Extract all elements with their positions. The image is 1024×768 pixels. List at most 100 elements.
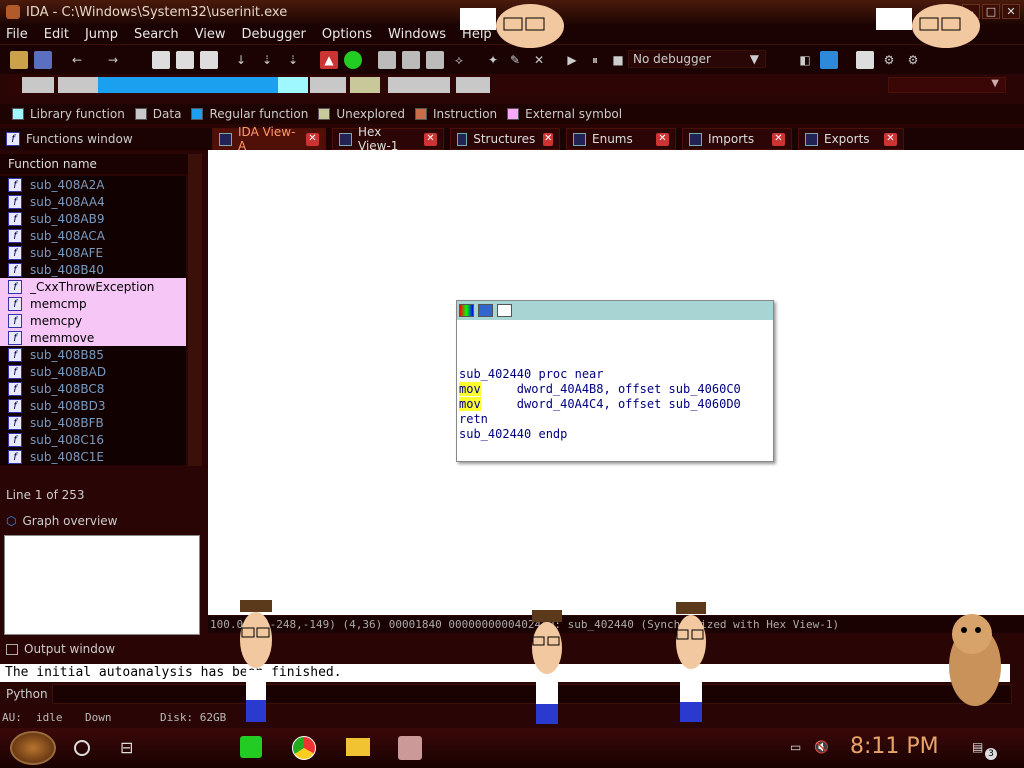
mov-keyword: mov	[459, 382, 481, 396]
menu-options[interactable]: Options	[322, 27, 372, 42]
edit-icon[interactable]	[478, 304, 493, 317]
function-row[interactable]: f sub_408BD3	[0, 397, 186, 414]
forward-arrow-icon[interactable]: →	[104, 51, 122, 69]
color-icon[interactable]	[459, 304, 474, 317]
function-row[interactable]: f sub_408C1E	[0, 448, 186, 465]
chrome-icon[interactable]	[292, 736, 316, 760]
data-icon[interactable]	[176, 51, 194, 69]
function-row[interactable]: f sub_408AA4	[0, 193, 186, 210]
disk-status: Disk: 62GB	[160, 711, 227, 724]
taskbar-clock[interactable]: 8:11 PM	[850, 734, 939, 759]
function-list-scrollbar[interactable]	[188, 154, 202, 466]
file-explorer-icon[interactable]	[346, 738, 370, 756]
python-button[interactable]: Python	[0, 684, 52, 704]
back-arrow-icon[interactable]: ←	[68, 51, 86, 69]
legend-item: Instruction	[414, 107, 497, 121]
notes-app-icon[interactable]	[240, 736, 262, 758]
tab-close-icon[interactable]: ✕	[772, 132, 785, 146]
function-list[interactable]: f sub_408A2A f sub_408AA4 f sub_408AB9 f sub_40…	[0, 176, 186, 465]
tab-close-icon[interactable]: ✕	[424, 132, 437, 146]
function-name: sub_408A2A	[30, 177, 105, 192]
function-row[interactable]: f sub_408BC8	[0, 380, 186, 397]
tab-exports[interactable]: Exports ✕	[798, 128, 904, 150]
function-name-column[interactable]: Function name	[0, 154, 202, 174]
ida-taskbar-icon[interactable]	[398, 736, 422, 760]
tab-ida-view-a[interactable]: IDA View-A ✕	[212, 125, 326, 153]
stop-icon[interactable]: ■	[609, 51, 627, 69]
cortana-icon[interactable]	[74, 740, 90, 756]
menu-edit[interactable]: Edit	[44, 27, 69, 42]
volume-muted-icon[interactable]: 🔇	[814, 740, 829, 754]
function-name: memmove	[30, 330, 95, 345]
code-block-node[interactable]: sub_402440 proc near mov dword_40A4B8, o…	[456, 300, 774, 462]
graph-overview-header: ⬡ Graph overview	[6, 514, 118, 528]
function-icon: f	[8, 381, 22, 396]
start-green-icon[interactable]	[344, 51, 362, 69]
menu-file[interactable]: File	[6, 27, 28, 42]
menu-jump[interactable]: Jump	[85, 27, 118, 42]
function-row[interactable]: f memmove	[0, 329, 186, 346]
function-line-status: Line 1 of 253	[6, 488, 85, 502]
nav-dropdown[interactable]: ▼	[888, 77, 1006, 93]
tab-close-icon[interactable]: ✕	[306, 132, 319, 146]
jump-icon[interactable]: ⇣	[258, 51, 276, 69]
tab-structures[interactable]: Structures ✕	[450, 128, 560, 150]
task-view-icon[interactable]: ⊟	[120, 738, 133, 757]
notification-icon[interactable]: ▤	[972, 740, 983, 754]
function-row[interactable]: f sub_408C16	[0, 431, 186, 448]
tb-icon-3[interactable]	[426, 51, 444, 69]
menu-windows[interactable]: Windows	[388, 27, 446, 42]
network-icon[interactable]: ▭	[790, 740, 801, 754]
tab-enums[interactable]: Enums ✕	[566, 128, 676, 150]
menu-view[interactable]: View	[195, 27, 226, 42]
save-icon[interactable]	[34, 51, 52, 69]
function-name: sub_408AA4	[30, 194, 105, 209]
character-head-top	[460, 4, 564, 48]
output-text: The initial autoanalysis has been finish…	[0, 664, 1010, 682]
legend-label: Unexplored	[336, 107, 405, 121]
menu-search[interactable]: Search	[134, 27, 179, 42]
graph-node-icon[interactable]	[497, 304, 512, 317]
string-icon[interactable]	[200, 51, 218, 69]
warning-icon[interactable]: ▲	[320, 51, 338, 69]
function-row[interactable]: f sub_408AFE	[0, 244, 186, 261]
tab-close-icon[interactable]: ✕	[884, 132, 897, 146]
tab-hex-view-1[interactable]: Hex View-1 ✕	[332, 125, 444, 153]
function-row[interactable]: f sub_408B40	[0, 261, 186, 278]
debugger-select[interactable]: No debugger ▼	[628, 50, 766, 68]
checkpoint-icon[interactable]: ⇣	[284, 51, 302, 69]
function-row[interactable]: f memcmp	[0, 295, 186, 312]
function-icon: f	[8, 279, 22, 294]
notification-badge: 3	[985, 748, 997, 760]
graph-overview-canvas[interactable]	[4, 535, 200, 635]
tab-close-icon[interactable]: ✕	[543, 132, 553, 146]
function-row[interactable]: f sub_408A2A	[0, 176, 186, 193]
open-icon[interactable]	[10, 51, 28, 69]
function-row[interactable]: f sub_408ACA	[0, 227, 186, 244]
tb-icon-2[interactable]	[402, 51, 420, 69]
function-row[interactable]: f sub_408BAD	[0, 363, 186, 380]
character-figure	[676, 602, 706, 722]
navigation-band[interactable]	[8, 75, 880, 95]
pause-icon[interactable]: ⏸	[586, 51, 604, 69]
function-row[interactable]: f _CxxThrowException	[0, 278, 186, 295]
tab-imports[interactable]: Imports ✕	[682, 128, 792, 150]
function-row[interactable]: f memcpy	[0, 312, 186, 329]
code-icon[interactable]	[152, 51, 170, 69]
start-button[interactable]	[10, 731, 56, 765]
tb-icon-9[interactable]	[820, 51, 838, 69]
close-button[interactable]: ✕	[1002, 4, 1020, 19]
au-state: idle	[36, 711, 63, 724]
function-name: sub_408AB9	[30, 211, 105, 226]
down-arrow-icon[interactable]: ↓	[232, 51, 250, 69]
function-row[interactable]: f sub_408B85	[0, 346, 186, 363]
function-icon: f	[8, 330, 22, 345]
menu-debugger[interactable]: Debugger	[241, 27, 305, 42]
tb-icon-1[interactable]	[378, 51, 396, 69]
function-row[interactable]: f sub_408AB9	[0, 210, 186, 227]
code-line-proc: sub_402440 proc near	[459, 367, 604, 381]
function-row[interactable]: f sub_408BFB	[0, 414, 186, 431]
tb-icon-8[interactable]: ◧	[796, 51, 814, 69]
tb-icon-10[interactable]	[856, 51, 874, 69]
tab-close-icon[interactable]: ✕	[656, 132, 669, 146]
